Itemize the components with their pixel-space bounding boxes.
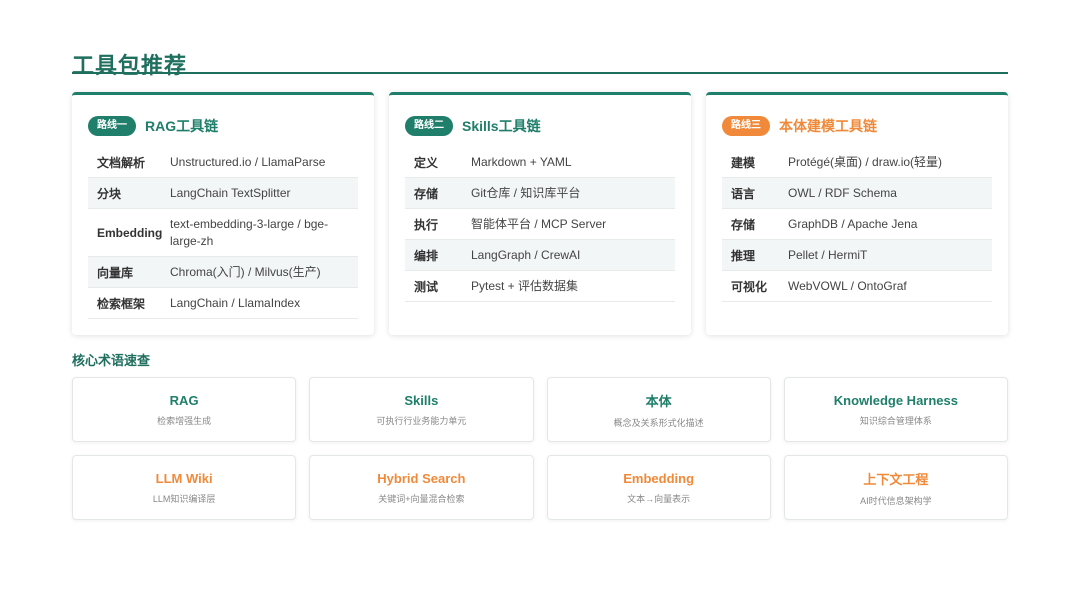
route-card-skills: 路线二 Skills工具链 定义 Markdown + YAML 存储 Git仓… (389, 92, 691, 335)
term-desc: 文本→向量表示 (627, 493, 691, 504)
term-desc: 概念及关系形式化描述 (613, 417, 704, 428)
term-card: 本体 概念及关系形式化描述 (546, 377, 771, 442)
route-tag: 路线三 (722, 116, 770, 136)
row-value: Protégé(桌面) / draw.io(轻量) (788, 154, 943, 169)
card-title: Skills工具链 (462, 118, 541, 134)
row-value: Chroma(入门) / Milvus(生产) (170, 264, 321, 279)
row-value: GraphDB / Apache Jena (788, 216, 918, 231)
row-key: Embedding (97, 225, 163, 240)
term-desc: LLM知识编译层 (152, 493, 216, 504)
term-card: Embedding 文本→向量表示 (546, 455, 771, 520)
row-key: 存储 (731, 217, 756, 232)
term-name: LLM Wiki (155, 470, 213, 486)
table-row: 存储 Git仓库 / 知识库平台 (405, 178, 675, 209)
term-name: 本体 (645, 393, 672, 409)
term-desc: AI时代信息架构学 (860, 495, 932, 506)
row-key: 分块 (97, 186, 122, 201)
term-desc: 知识综合管理体系 (859, 415, 932, 426)
term-name: 上下文工程 (863, 471, 929, 487)
row-value: WebVOWL / OntoGraf (788, 278, 907, 293)
term-card: 上下文工程 AI时代信息架构学 (783, 455, 1008, 520)
tool-table: 定义 Markdown + YAML 存储 Git仓库 / 知识库平台 执行 智… (405, 147, 675, 302)
row-key: 存储 (414, 186, 439, 201)
row-key: 语言 (731, 186, 756, 201)
card-title: RAG工具链 (145, 118, 219, 134)
title-divider (72, 72, 1008, 74)
row-key: 可视化 (731, 279, 768, 294)
table-row: 语言 OWL / RDF Schema (722, 178, 992, 209)
row-value: Markdown + YAML (471, 154, 572, 169)
route-tag: 路线一 (88, 116, 136, 136)
row-key: 测试 (414, 279, 439, 294)
term-desc: 可执行行业务能力单元 (376, 415, 467, 426)
row-key: 建模 (731, 155, 756, 170)
table-row: 检索框架 LangChain / LlamaIndex (88, 288, 358, 319)
row-value: OWL / RDF Schema (788, 185, 897, 200)
term-name: Skills (404, 392, 439, 408)
row-key: 编排 (414, 248, 439, 263)
route-tag: 路线二 (405, 116, 453, 136)
row-value: Pytest + 评估数据集 (471, 278, 579, 293)
row-value: 智能体平台 / MCP Server (471, 216, 607, 231)
row-key: 定义 (414, 155, 439, 170)
row-value: LangChain / LlamaIndex (170, 295, 301, 310)
row-key: 执行 (414, 217, 439, 232)
card-title: 本体建模工具链 (779, 118, 877, 134)
term-desc: 检索增强生成 (157, 415, 212, 426)
table-row: 可视化 WebVOWL / OntoGraf (722, 271, 992, 302)
table-row: 推理 Pellet / HermiT (722, 240, 992, 271)
table-row: 存储 GraphDB / Apache Jena (722, 209, 992, 240)
table-row: 执行 智能体平台 / MCP Server (405, 209, 675, 240)
glossary-grid: RAG 检索增强生成 Skills 可执行行业务能力单元 本体 概念及关系形式化… (72, 377, 1008, 520)
table-row: 测试 Pytest + 评估数据集 (405, 271, 675, 302)
route-card-ontology: 路线三 本体建模工具链 建模 Protégé(桌面) / draw.io(轻量)… (706, 92, 1008, 335)
term-card: Knowledge Harness 知识综合管理体系 (783, 377, 1008, 442)
term-name: Knowledge Harness (833, 392, 958, 408)
term-desc: 关键词+向量混合检索 (378, 493, 465, 504)
row-key: 检索框架 (97, 296, 146, 311)
card-header: 路线一 RAG工具链 (88, 115, 358, 137)
row-value: LangGraph / CrewAI (471, 247, 581, 262)
term-name: Embedding (623, 470, 695, 486)
table-row: 建模 Protégé(桌面) / draw.io(轻量) (722, 147, 992, 178)
row-key: 推理 (731, 248, 756, 263)
term-name: Hybrid Search (377, 470, 466, 486)
term-card: Hybrid Search 关键词+向量混合检索 (309, 455, 534, 520)
table-row: Embedding text-embedding-3-large / bge-l… (88, 209, 358, 257)
route-cards: 路线一 RAG工具链 文档解析 Unstructured.io / LlamaP… (72, 92, 1008, 335)
glossary-title: 核心术语速查 (72, 353, 151, 368)
row-value: Pellet / HermiT (788, 247, 868, 262)
term-card: RAG 检索增强生成 (72, 377, 297, 442)
row-value: LangChain TextSplitter (170, 185, 291, 200)
row-value: Git仓库 / 知识库平台 (471, 185, 581, 200)
term-name: RAG (169, 392, 199, 408)
table-row: 文档解析 Unstructured.io / LlamaParse (88, 147, 358, 178)
table-row: 定义 Markdown + YAML (405, 147, 675, 178)
card-header: 路线三 本体建模工具链 (722, 115, 992, 137)
term-card: Skills 可执行行业务能力单元 (309, 377, 534, 442)
page-title: 工具包推荐 (72, 53, 188, 78)
row-key: 向量库 (97, 265, 134, 280)
row-value: text-embedding-3-large / bge-large-zh (170, 216, 329, 248)
term-card: LLM Wiki LLM知识编译层 (72, 455, 297, 520)
table-row: 向量库 Chroma(入门) / Milvus(生产) (88, 257, 358, 288)
table-row: 分块 LangChain TextSplitter (88, 178, 358, 209)
row-value: Unstructured.io / LlamaParse (170, 154, 326, 169)
route-card-rag: 路线一 RAG工具链 文档解析 Unstructured.io / LlamaP… (72, 92, 374, 335)
card-header: 路线二 Skills工具链 (405, 115, 675, 137)
table-row: 编排 LangGraph / CrewAI (405, 240, 675, 271)
tool-table: 建模 Protégé(桌面) / draw.io(轻量) 语言 OWL / RD… (722, 147, 992, 302)
tool-table: 文档解析 Unstructured.io / LlamaParse 分块 Lan… (88, 147, 358, 319)
row-key: 文档解析 (97, 155, 146, 170)
